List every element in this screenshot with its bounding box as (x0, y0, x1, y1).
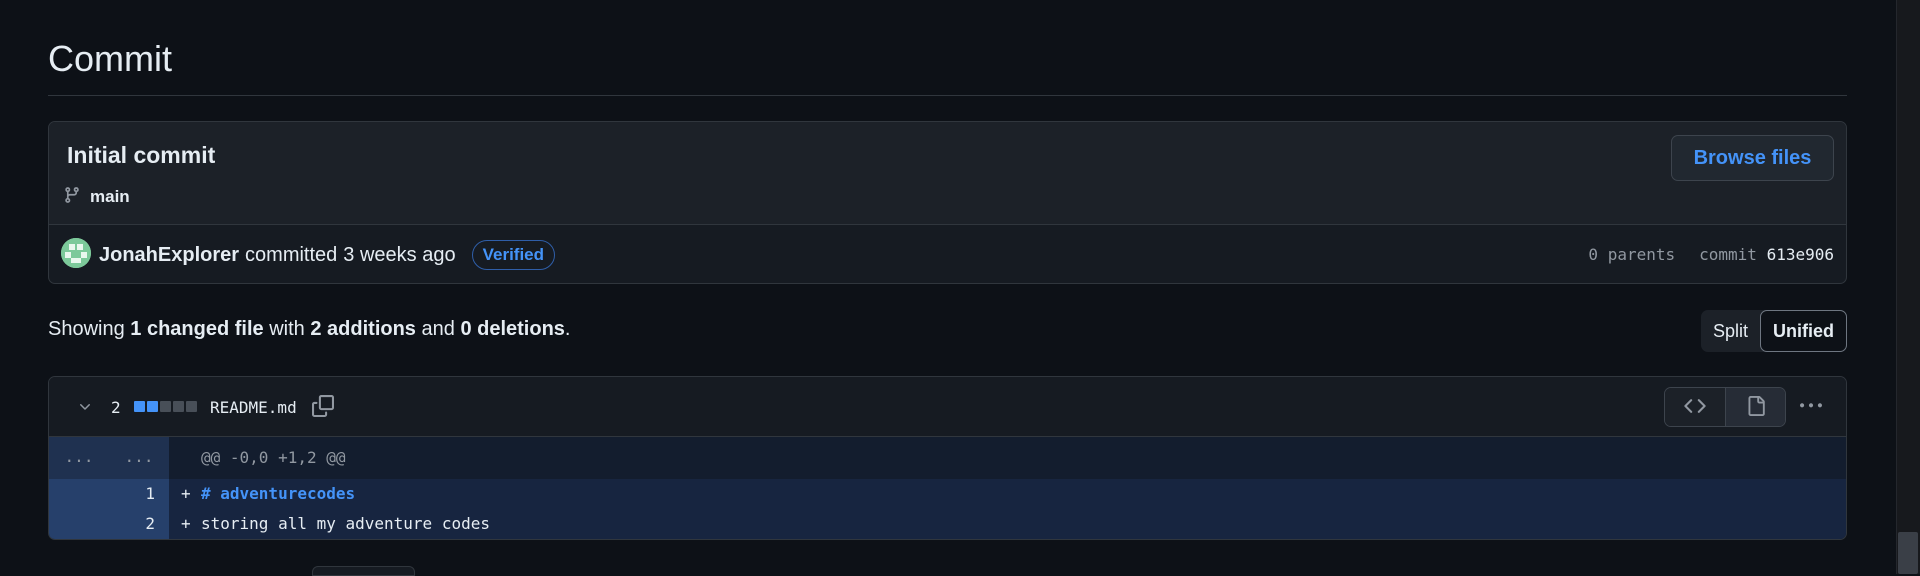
expand-down-button[interactable]: ... (109, 437, 169, 479)
diff-view-toggle: Split Unified (1700, 310, 1847, 352)
commit-label: commit (1699, 245, 1757, 264)
branch-name: main (90, 187, 130, 206)
browse-files-button[interactable]: Browse files (1671, 135, 1834, 181)
line-content: + storing all my adventure codes (169, 509, 1846, 539)
diff-line: 1 + # adventurecodes (49, 479, 1846, 509)
author-line: JonahExplorer committed 3 weeks ago Veri… (99, 240, 556, 270)
commit-meta: 0 parents commit 613e906 (1588, 245, 1834, 264)
split-view-button[interactable]: Split (1701, 310, 1760, 352)
file-diff: 2 README.md ... ... @@ -0,0 +1,2 @@ 1 + … (48, 376, 1847, 540)
commit-time[interactable]: 3 weeks ago (343, 244, 455, 267)
diff-table: ... ... @@ -0,0 +1,2 @@ 1 + # adventureco… (49, 437, 1846, 539)
unified-view-button[interactable]: Unified (1760, 310, 1847, 352)
title-divider (48, 95, 1847, 96)
line-text: storing all my adventure codes (201, 514, 490, 533)
commit-author-row: JonahExplorer committed 3 weeks ago Veri… (49, 225, 1846, 283)
commit-head: Initial commit main Browse files (49, 122, 1846, 224)
diffstat-block-0 (134, 401, 145, 412)
line-gutter: 1 (49, 479, 169, 509)
summary-and: and (421, 318, 455, 340)
branch-row[interactable]: main (63, 185, 130, 209)
hunk-row: ... ... @@ -0,0 +1,2 @@ (49, 437, 1846, 479)
diffstat-block-1 (147, 401, 158, 412)
file-name[interactable]: README.md (210, 398, 297, 417)
diff-line: 2 + storing all my adventure codes (49, 509, 1846, 539)
code-view-button[interactable] (1665, 388, 1725, 426)
add-sign: + (181, 484, 191, 503)
commit-header-box: Initial commit main Browse files JonahEx… (48, 121, 1847, 284)
author-link[interactable]: JonahExplorer (99, 244, 239, 267)
hunk-gutter: ... ... (49, 437, 169, 479)
add-sign: + (181, 514, 191, 533)
verified-badge[interactable]: Verified (471, 240, 556, 270)
page-title: Commit (48, 38, 172, 79)
git-branch-icon (63, 184, 81, 211)
commit-sha-group: commit 613e906 (1699, 245, 1834, 264)
expand-up-button[interactable]: ... (49, 437, 109, 479)
diffstat-block-2 (160, 401, 171, 412)
next-section-edge (312, 566, 415, 576)
kebab-horizontal-icon[interactable] (1798, 395, 1824, 422)
page-scrollbar[interactable] (1896, 0, 1920, 574)
diffstat-block-3 (173, 401, 184, 412)
summary-with: with (269, 318, 305, 340)
hunk-header: @@ -0,0 +1,2 @@ (169, 437, 1846, 479)
code-icon (1684, 395, 1706, 422)
commit-page: Commit Initial commit main Browse files (48, 0, 1847, 576)
summary-additions: 2 additions (310, 318, 416, 340)
file-icon (1746, 395, 1766, 422)
chevron-down-icon[interactable] (77, 399, 93, 420)
summary-prefix: Showing (48, 318, 125, 340)
diffstat-bar (134, 401, 197, 412)
parents-count: 0 parents (1588, 245, 1676, 264)
commit-action: committed (245, 243, 338, 266)
line-gutter: 2 (49, 509, 169, 539)
new-line-number[interactable]: 2 (109, 509, 169, 539)
summary-files: 1 changed file (130, 318, 264, 340)
avatar[interactable] (61, 238, 91, 268)
summary-deletions: 0 deletions (460, 318, 565, 340)
file-header: 2 README.md (49, 377, 1846, 437)
line-content: + # adventurecodes (169, 479, 1846, 509)
commit-sha[interactable]: 613e906 (1767, 245, 1834, 264)
new-line-number[interactable]: 1 (109, 479, 169, 509)
commit-message: Initial commit (67, 142, 216, 168)
diff-summary: Showing 1 changed file with 2 additions … (48, 318, 570, 341)
summary-suffix: . (564, 318, 571, 340)
diffstat-count: 2 (111, 398, 121, 417)
old-line-number (49, 479, 109, 509)
copy-icon[interactable] (312, 394, 334, 423)
old-line-number (49, 509, 109, 539)
scrollbar-thumb[interactable] (1898, 532, 1918, 574)
rich-view-button[interactable] (1725, 388, 1785, 426)
line-text: # adventurecodes (201, 484, 356, 503)
diffstat-block-4 (186, 401, 197, 412)
file-view-actions (1664, 387, 1786, 427)
